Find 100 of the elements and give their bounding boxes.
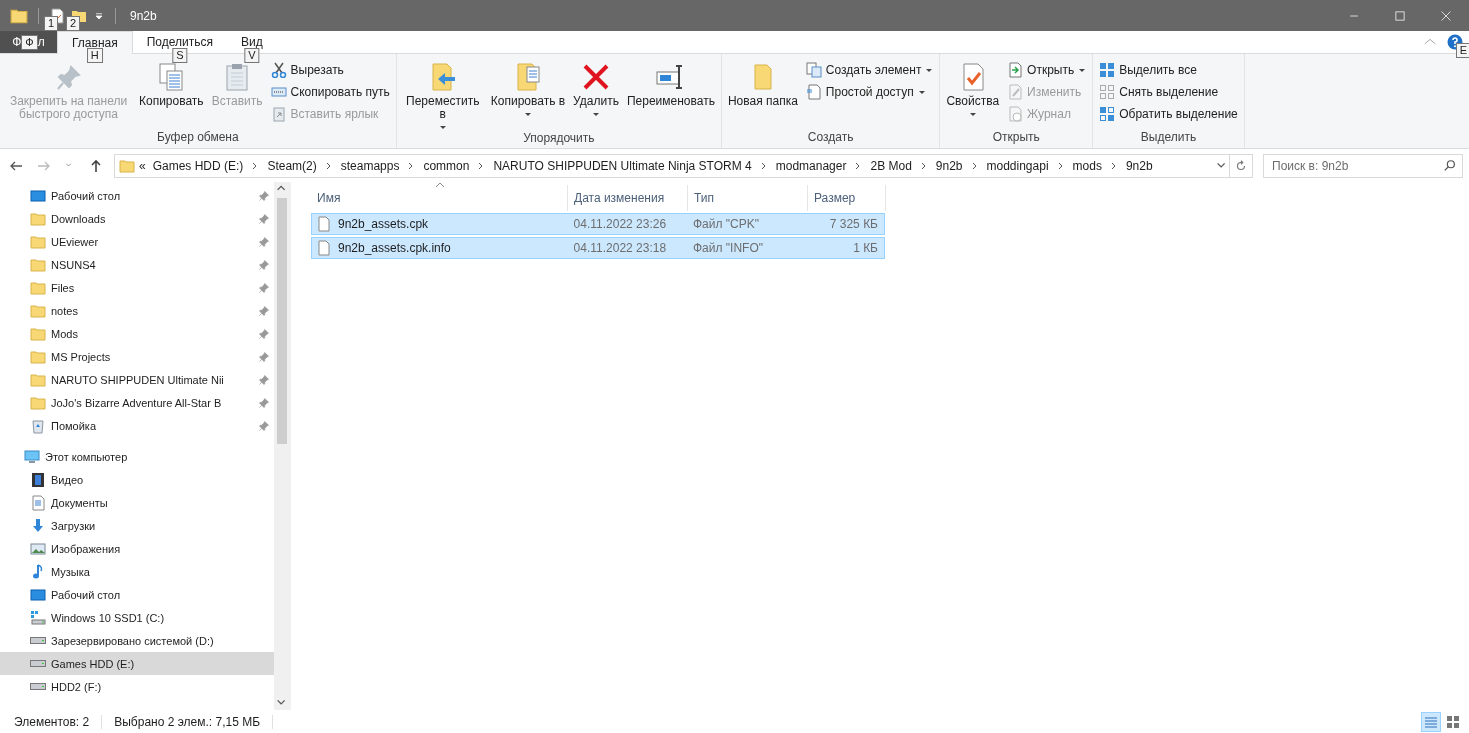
nav-item[interactable]: JoJo's Bizarre Adventure All-Star B [0,391,274,414]
file-icon [316,216,332,232]
history-icon [1007,106,1024,122]
caret-icon [925,66,934,74]
pin-icon [258,235,270,248]
table-cell-text: 1 КБ [852,241,879,255]
nav-item[interactable]: Рабочий стол [0,583,274,606]
pin-icon [258,212,270,225]
column-header[interactable]: Имя [311,185,568,211]
scrollbar[interactable] [274,182,290,710]
ribbon-button[interactable]: Простой доступ [802,83,937,101]
folder-icon [119,157,135,174]
breadcrumb[interactable]: NARUTO SHIPPUDEN Ultimate Ninja STORM 4 [490,158,755,173]
drive-icon [30,683,46,690]
column-header[interactable]: Размер [808,185,886,211]
refresh-button[interactable] [1230,153,1253,178]
pin-icon [258,189,270,202]
folder-icon [30,371,46,388]
group-label: Открыть [991,130,1041,146]
nav-item[interactable]: MS Projects [0,345,274,368]
drive-icon [30,637,46,644]
download-icon [30,517,46,534]
select-none-icon [1099,84,1116,100]
breadcrumb[interactable]: common [420,158,473,173]
ribbon-button[interactable]: Новая папка [724,57,801,130]
nav-item[interactable]: notes [0,299,274,322]
recycle-bin-icon [30,417,46,434]
column-header[interactable]: Тип [688,185,808,211]
desktop-icon [30,586,46,603]
breadcrumb[interactable]: moddingapi [983,158,1052,173]
ribbon-button[interactable]: Открыть [1004,61,1090,79]
nav-item[interactable]: Изображения [0,537,274,560]
keytip: 1 [44,16,59,31]
breadcrumb[interactable]: mods [1069,158,1105,173]
nav-item[interactable]: Games HDD (E:) [0,652,274,675]
ribbon-button[interactable]: Свойства [943,57,1003,130]
ribbon-button[interactable]: Переместить в [399,57,486,131]
scissors-icon [270,62,287,78]
table-cell-text: 04.11.2022 23:18 [572,241,668,255]
nav-item[interactable]: Downloads [0,207,274,230]
nav-item[interactable]: Mods [0,322,274,345]
keytip: V [244,48,260,63]
pin-icon [258,396,270,409]
film-icon [30,471,46,488]
ribbon-button[interactable]: Выделить все [1096,61,1241,79]
breadcrumb[interactable]: 2B Mod [867,158,915,173]
file-row[interactable]: 9n2b_assets.cpk.info 04.11.2022 23:18 Файл "INFO" 1 КБ [311,237,885,259]
computer-icon [24,448,40,465]
ribbon-button[interactable]: Копировать в [487,57,569,131]
status-text: Выбрано 2 элем.: 7,15 МБ [114,714,261,729]
ribbon-button[interactable]: Вырезать [267,61,393,79]
address-bar[interactable]: « Games HDD (E:) Steam(2) steamapps common NARUTO SHIPPUDEN Ultimate Ninja STORM 4 modmanager 2B Mod 9n2b moddingapi mods 9n2b [114,153,1230,178]
breadcrumb[interactable]: Steam(2) [264,158,320,173]
nav-item[interactable]: Рабочий стол [0,184,274,207]
table-cell-text: Файл "INFO" [692,241,764,255]
nav-item[interactable]: NSUNS4 [0,253,274,276]
ribbon-button[interactable]: Переименовать [623,57,718,131]
overflow-marker[interactable]: « [139,158,146,173]
search-field[interactable]: Поиск в: 9n2b [1263,153,1463,178]
nav-item[interactable]: Этот компьютер [0,445,274,468]
open-icon [1007,62,1024,78]
nav-item[interactable]: Видео [0,468,274,491]
nav-item[interactable]: Windows 10 SSD1 (C:) [0,606,274,629]
breadcrumb[interactable]: 9n2b [932,158,966,173]
nav-item[interactable]: Зарезервировано системой (D:) [0,629,274,652]
ribbon-button[interactable]: Скопировать путь [267,83,393,101]
nav-item[interactable]: Помойка [0,414,274,437]
ribbon-button[interactable]: Снять выделение [1096,83,1241,101]
nav-item[interactable]: Files [0,276,274,299]
pin-icon [258,258,270,271]
ribbon-button[interactable]: Создать элемент [802,61,937,79]
ribbon-button[interactable]: Обратить выделение [1096,105,1241,123]
group-label: Выделить [1139,130,1198,146]
nav-item[interactable]: Музыка [0,560,274,583]
caret-icon [917,88,926,96]
document-icon [30,494,46,511]
breadcrumb[interactable]: modmanager [772,158,850,173]
file-tab[interactable]: Ф Ф л [0,31,57,53]
file-row[interactable]: 9n2b_assets.cpk 04.11.2022 23:26 Файл "CPK" 7 325 КБ [311,213,885,235]
nav-item[interactable]: UEviewer [0,230,274,253]
folder-icon [30,279,46,296]
window-title: 9n2b [130,8,157,23]
nav-item[interactable]: HDD2 (F:) [0,675,274,698]
column-header[interactable]: Дата изменения [568,185,688,211]
folder-icon [30,256,46,273]
ribbon-button[interactable]: Удалить [570,57,622,131]
breadcrumb[interactable]: steamapps [337,158,403,173]
file-icon [316,240,332,256]
nav-item[interactable]: NARUTO SHIPPUDEN Ultimate Nii [0,368,274,391]
breadcrumb[interactable]: 9n2b [1122,158,1156,173]
breadcrumb[interactable]: Games HDD (E:) [149,158,247,173]
pin-icon [258,281,270,294]
folder-icon [30,233,46,250]
nav-item[interactable]: Загрузки [0,514,274,537]
details-view-button[interactable] [1421,711,1441,732]
folder-icon [30,325,46,342]
keytip: 2 [66,16,81,31]
keytip: S [172,48,188,63]
group-label: Упорядочить [522,131,596,147]
nav-item[interactable]: Документы [0,491,274,514]
